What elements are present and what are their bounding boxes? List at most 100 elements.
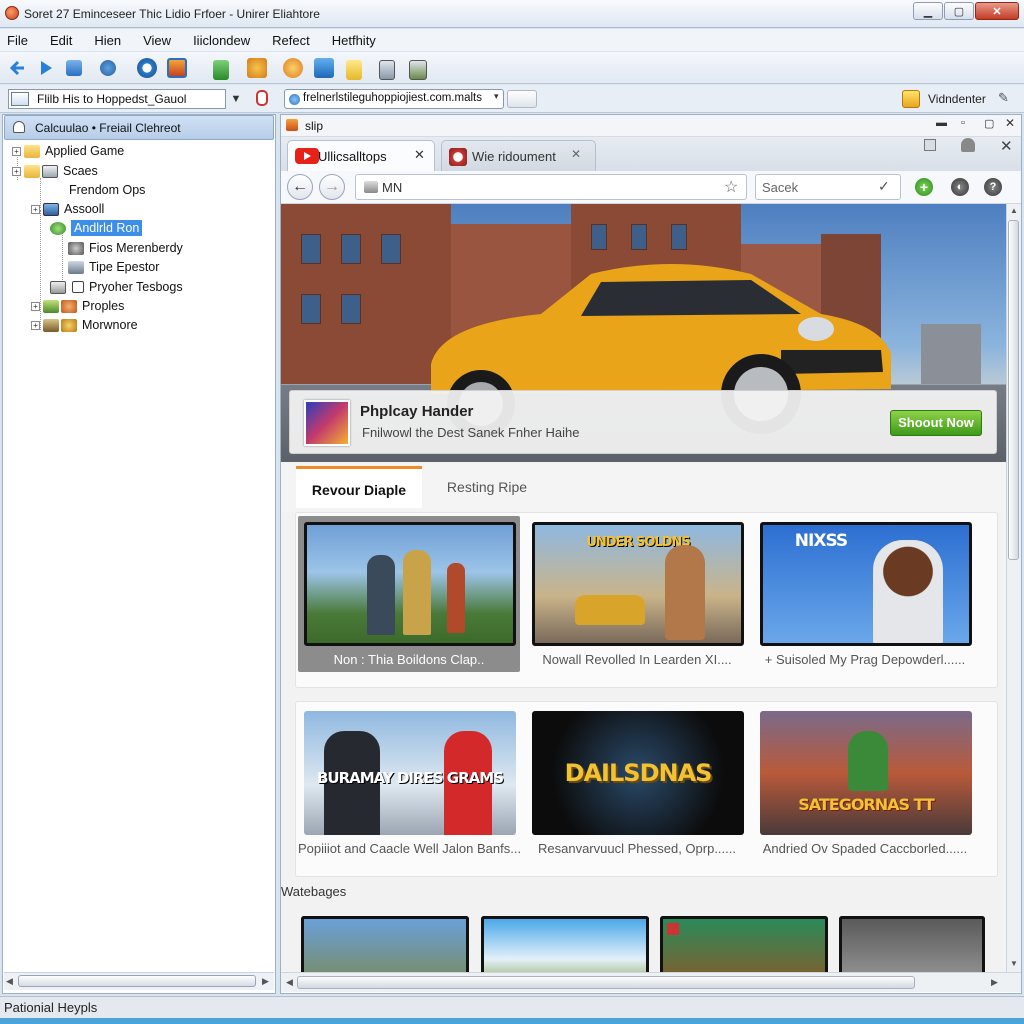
sync-icon[interactable] <box>314 58 334 78</box>
search-input[interactable]: Sacek ✓ <box>755 174 901 200</box>
stop-icon[interactable] <box>256 90 268 106</box>
panel-minimize-icon[interactable]: ▬ <box>936 117 947 129</box>
window-close-icon[interactable]: ✕ <box>1000 137 1013 155</box>
checkbox-icon[interactable] <box>72 281 84 293</box>
game-card-caption: Resanvarvuucl Phessed, Oprp...... <box>538 841 736 856</box>
expand-icon[interactable]: + <box>12 146 21 156</box>
lock-icon[interactable] <box>961 138 975 152</box>
image-icon[interactable] <box>167 58 187 78</box>
menu-window[interactable]: Iiiclondew <box>193 33 250 48</box>
menu-refect[interactable]: Refect <box>272 33 310 48</box>
panel-maximize-icon[interactable]: ▢ <box>984 117 994 130</box>
tab-revour-diaple[interactable]: Revour Diaple <box>296 466 422 508</box>
game-card[interactable]: BURAMAY DIRES GRAMS Popiiiot and Caacle … <box>298 705 520 861</box>
promo-card: Phplcay Hander Fnilwowl the Dest Sanek F… <box>289 390 997 454</box>
scroll-thumb[interactable] <box>18 975 256 987</box>
url-combo[interactable]: frelnerlstileguhoppiojiest.com.malts <box>284 89 504 109</box>
content-horizontal-scrollbar[interactable]: ◀ ▶ <box>281 972 1021 992</box>
scroll-thumb[interactable] <box>297 976 915 989</box>
content-vertical-scrollbar[interactable]: ▲ ▼ <box>1006 204 1021 972</box>
tree-item-pryoher-tesbogs[interactable]: Pryoher Tesbogs <box>50 278 183 296</box>
tree-item-android-ron[interactable]: Andlrld Ron <box>50 219 143 237</box>
game-card[interactable]: Non : Thia Boildons Clap.. <box>298 516 520 672</box>
location-combo[interactable]: Flilb His to Hoppedst_Gauol <box>8 89 226 109</box>
tab-strip-icon[interactable] <box>924 139 936 151</box>
game-card[interactable]: NIXSS + Suisoled My Prag Depowderl...... <box>754 516 976 672</box>
view-icon[interactable] <box>137 58 157 78</box>
tree-item-proples[interactable]: + Proples <box>31 297 124 315</box>
pen-icon[interactable]: ✎ <box>998 90 1014 106</box>
menu-help[interactable]: Hetfhity <box>332 33 376 48</box>
document-icon[interactable] <box>379 60 395 80</box>
print-icon[interactable] <box>409 60 427 80</box>
tree-item-frendom-ops[interactable]: Frendom Ops <box>50 181 145 199</box>
shop-now-button[interactable]: Shoout Now <box>890 410 982 436</box>
url-input[interactable]: MN ☆ <box>355 174 747 200</box>
menu-file[interactable]: File <box>7 33 28 48</box>
panel-close-icon[interactable]: ✕ <box>1005 116 1015 130</box>
game-thumbnail[interactable] <box>660 916 828 972</box>
tree-item-scaes[interactable]: + Scaes <box>12 162 98 180</box>
building-window <box>341 234 361 264</box>
tools-icon[interactable] <box>283 58 303 78</box>
game-thumbnail[interactable] <box>839 916 985 972</box>
tree-item-assooll[interactable]: + Assooll <box>31 200 104 218</box>
app-icon[interactable] <box>5 6 19 20</box>
globe-icon <box>289 94 300 105</box>
go-icon[interactable] <box>507 90 537 108</box>
favorites-icon[interactable] <box>902 90 920 108</box>
tab-close-icon[interactable]: ✕ <box>571 147 581 161</box>
menu-hien[interactable]: Hien <box>94 33 121 48</box>
game-card[interactable]: DAILSDNAS Resanvarvuucl Phessed, Oprp...… <box>526 705 748 861</box>
globe-menu-icon[interactable]: ◐ <box>951 178 969 196</box>
settings-icon[interactable] <box>247 58 267 78</box>
chevron-down-icon[interactable]: ▼ <box>226 89 246 109</box>
tree-label: Tipe Epestor <box>89 260 160 274</box>
scroll-thumb[interactable] <box>1008 220 1019 560</box>
game-thumbnail[interactable] <box>301 916 469 972</box>
tree-item-applied-game[interactable]: + Applied Game <box>12 142 124 160</box>
scroll-left-icon[interactable]: ◀ <box>286 977 293 988</box>
game-card[interactable]: UNDER SOLDNS Nowall Revolled In Learden … <box>526 516 748 672</box>
back-arrow-icon[interactable] <box>8 58 28 78</box>
favorites-label[interactable]: Vidndenter <box>928 92 986 106</box>
game-card-caption: Popiiiot and Caacle Well Jalon Banfs....… <box>298 841 520 856</box>
scroll-left-icon[interactable]: ◀ <box>6 976 13 987</box>
scroll-up-icon[interactable]: ▲ <box>1010 206 1018 215</box>
game-card[interactable]: SATEGORNAS TT Andried Ov Spaded Caccborl… <box>754 705 976 861</box>
expand-icon[interactable]: + <box>31 320 40 330</box>
expand-icon[interactable]: + <box>31 204 40 214</box>
note-icon[interactable] <box>346 60 362 80</box>
location-icon <box>11 92 29 106</box>
search-check-icon[interactable]: ✓ <box>878 178 890 195</box>
help-icon[interactable]: ? <box>984 178 1002 196</box>
game-thumbnail[interactable] <box>481 916 649 972</box>
menu-edit[interactable]: Edit <box>50 33 72 48</box>
minimize-button[interactable]: ▁ <box>913 2 943 20</box>
star-icon[interactable]: ☆ <box>724 177 738 197</box>
tree-item-tipe-epestor[interactable]: Tipe Epestor <box>68 258 159 276</box>
tree-item-fios-merenberdy[interactable]: Fios Merenberdy <box>68 239 183 257</box>
close-button[interactable]: ✕ <box>975 2 1019 20</box>
tree-item-morwnore[interactable]: + Morwnore <box>31 316 138 334</box>
url-chevron-icon[interactable]: ▾ <box>494 91 502 103</box>
expand-icon[interactable]: + <box>31 301 40 311</box>
add-icon[interactable]: + <box>915 178 933 196</box>
tab-resting-ripe[interactable]: Resting Ripe <box>424 466 550 508</box>
tab-close-icon[interactable]: ✕ <box>414 147 425 163</box>
browser-forward-button[interactable]: → <box>319 174 345 200</box>
maximize-button[interactable]: ▢ <box>944 2 974 20</box>
menu-view[interactable]: View <box>143 33 171 48</box>
forward-arrow-icon[interactable] <box>36 58 56 78</box>
home-icon[interactable] <box>213 60 229 80</box>
panel-restore-icon[interactable]: ▫ <box>961 117 965 129</box>
browser-back-button[interactable]: ← <box>287 174 313 200</box>
save-icon[interactable] <box>66 60 82 76</box>
scroll-right-icon[interactable]: ▶ <box>262 976 269 987</box>
game-app-icon <box>304 400 350 446</box>
scroll-down-icon[interactable]: ▼ <box>1010 959 1018 968</box>
expand-icon[interactable]: + <box>12 166 21 176</box>
scroll-right-icon[interactable]: ▶ <box>991 977 998 988</box>
left-horizontal-scrollbar[interactable]: ◀ ▶ <box>4 972 274 990</box>
refresh-icon[interactable] <box>100 60 116 76</box>
